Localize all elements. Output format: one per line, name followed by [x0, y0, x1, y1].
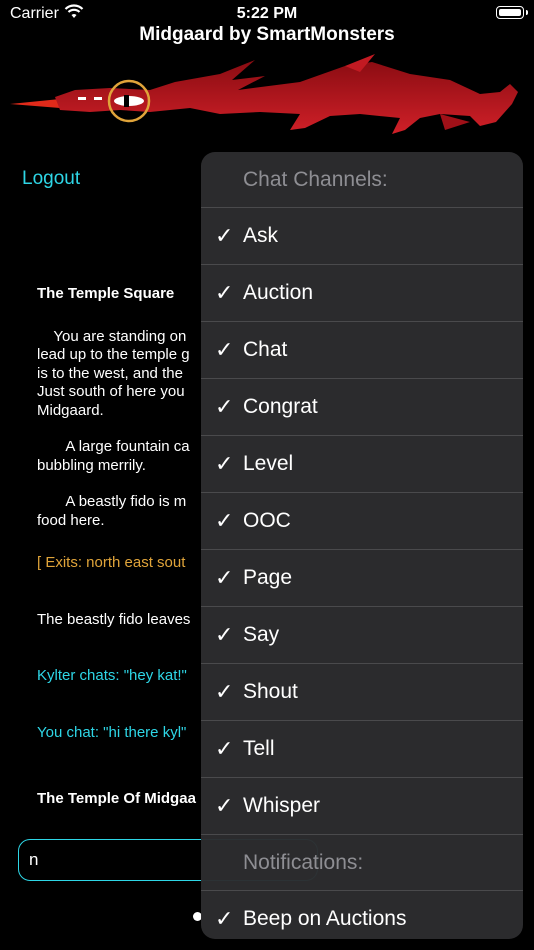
notifications-header: Notifications:	[201, 835, 523, 891]
menu-item-whisper[interactable]: ✓ Whisper	[201, 778, 523, 835]
menu-item-label: Tell	[243, 737, 275, 760]
menu-item-say[interactable]: ✓ Say	[201, 607, 523, 664]
menu-item-shout[interactable]: ✓ Shout	[201, 664, 523, 721]
menu-item-label: Level	[243, 452, 294, 475]
checkmark-icon: ✓	[215, 736, 234, 761]
menu-item-label: Auction	[243, 281, 314, 304]
checkmark-icon: ✓	[215, 906, 234, 931]
menu-item-label: Say	[243, 623, 280, 646]
checkmark-icon: ✓	[215, 679, 234, 704]
checkmark-icon: ✓	[215, 394, 234, 419]
menu-item-beep-on-auctions[interactable]: ✓ Beep on Auctions	[201, 891, 523, 939]
chat-channels-header: Chat Channels:	[201, 152, 523, 208]
menu-item-level[interactable]: ✓ Level	[201, 436, 523, 493]
menu-item-label: Ask	[243, 224, 279, 247]
menu-item-chat[interactable]: ✓ Chat	[201, 322, 523, 379]
logout-button[interactable]: Logout	[22, 168, 80, 190]
menu-item-label: Page	[243, 566, 293, 589]
menu-item-tell[interactable]: ✓ Tell	[201, 721, 523, 778]
menu-item-congrat[interactable]: ✓ Congrat	[201, 379, 523, 436]
checkmark-icon: ✓	[215, 508, 234, 533]
checkmark-icon: ✓	[215, 337, 234, 362]
battery-icon	[496, 6, 528, 19]
chat-channels-menu: Chat Channels: ✓ Ask ✓ Auction ✓ Chat ✓ Congrat…	[201, 152, 523, 939]
app-title: Midgaard by SmartMonsters	[139, 24, 395, 45]
menu-item-label: OOC	[243, 509, 291, 532]
menu-item-auction[interactable]: ✓ Auction	[201, 265, 523, 322]
menu-item-ooc[interactable]: ✓ OOC	[201, 493, 523, 550]
command-input-value: n	[29, 850, 39, 869]
checkmark-icon: ✓	[215, 280, 234, 305]
checkmark-icon: ✓	[215, 451, 234, 476]
menu-item-label: Whisper	[243, 794, 321, 817]
checkmark-icon: ✓	[215, 622, 234, 647]
menu-item-label: Beep on Auctions	[243, 907, 407, 930]
menu-item-page[interactable]: ✓ Page	[201, 550, 523, 607]
menu-item-label: Shout	[243, 680, 298, 703]
checkmark-icon: ✓	[215, 223, 234, 248]
checkmark-icon: ✓	[215, 793, 234, 818]
menu-item-label: Chat	[243, 338, 288, 361]
clock: 5:22 PM	[236, 5, 298, 22]
checkmark-icon: ✓	[215, 565, 234, 590]
dragon-logo	[10, 54, 518, 134]
menu-item-ask[interactable]: ✓ Ask	[201, 208, 523, 265]
menu-item-label: Congrat	[243, 395, 318, 418]
